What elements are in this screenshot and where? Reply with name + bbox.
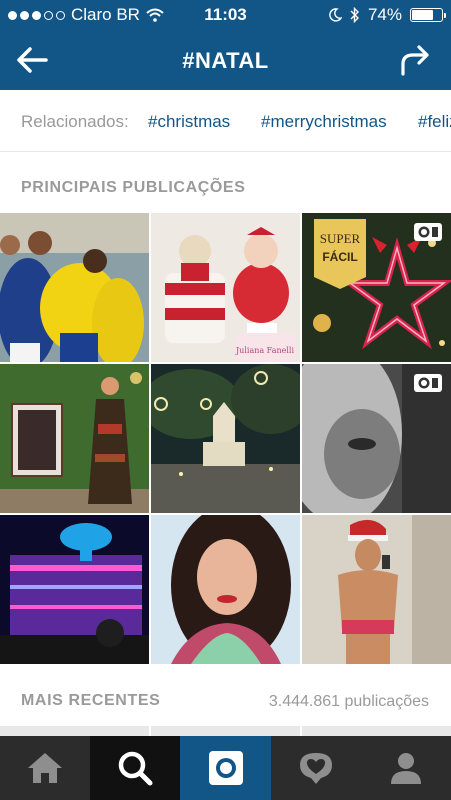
post-thumbnail[interactable]: [302, 364, 451, 513]
santa-selfie-photo: [302, 515, 451, 664]
lit-building-photo: [0, 515, 149, 664]
status-right: 74%: [328, 5, 446, 25]
camera-icon: [208, 751, 243, 785]
moon-icon: [329, 8, 342, 22]
church-square-photo: [151, 364, 300, 513]
soccer-team-photo: [0, 213, 149, 362]
bluetooth-icon: [350, 7, 359, 23]
post-thumbnail[interactable]: [151, 515, 300, 664]
related-tags-bar: Relacionados: #christmas #merrychristmas…: [0, 90, 451, 152]
recent-title: MAIS RECENTES: [21, 692, 161, 709]
activity-heart-icon: [299, 753, 332, 784]
top-posts-title: PRINCIPAIS PUBLICAÇÕES: [21, 179, 246, 196]
post-thumbnail[interactable]: [0, 213, 149, 362]
post-thumbnail[interactable]: Juliana Fanelli: [151, 213, 300, 362]
hashtag-header: #NATAL: [0, 30, 451, 90]
post-thumbnail[interactable]: [0, 515, 149, 664]
battery-icon: [410, 8, 446, 22]
post-thumbnail[interactable]: SUPER FÁCIL: [302, 213, 451, 362]
related-tag-christmas[interactable]: #christmas: [148, 112, 230, 132]
green-wall-dress-photo: [0, 364, 149, 513]
nav-camera[interactable]: [180, 736, 271, 800]
related-tag-merrychristmas[interactable]: #merrychristmas: [261, 112, 387, 132]
battery-percent: 74%: [367, 5, 402, 24]
recent-post-thumbnail[interactable]: [302, 726, 451, 736]
top-bar: Claro BR 11:03 74% #NATAL: [0, 0, 451, 90]
woman-portrait-photo: [151, 515, 300, 664]
video-icon: [414, 223, 442, 241]
search-icon: [119, 751, 153, 786]
share-arrow-icon: [401, 45, 429, 76]
svg-text:FÁCIL: FÁCIL: [322, 249, 357, 264]
nav-home[interactable]: [0, 736, 90, 800]
status-bar: Claro BR 11:03 74%: [0, 0, 451, 30]
profile-icon: [390, 753, 421, 784]
recent-post-thumbnail[interactable]: [0, 726, 149, 736]
recent-post-thumbnail[interactable]: [151, 726, 300, 736]
christmas-cake-photo: Juliana Fanelli: [151, 213, 300, 362]
related-tag-feliz[interactable]: #feliz: [418, 112, 451, 132]
nav-activity[interactable]: [271, 736, 361, 800]
battery-level: [412, 10, 433, 20]
page-title: #NATAL: [182, 48, 269, 73]
share-button[interactable]: [397, 42, 433, 78]
nav-profile[interactable]: [361, 736, 451, 800]
post-thumbnail[interactable]: [0, 364, 149, 513]
recent-post-count: 3.444.861 publicações: [268, 693, 429, 710]
bottom-nav: [0, 736, 451, 800]
post-thumbnail[interactable]: [302, 515, 451, 664]
related-label: Relacionados:: [21, 112, 129, 131]
nav-search[interactable]: [90, 736, 181, 800]
video-icon: [414, 374, 442, 392]
svg-text:SUPER: SUPER: [320, 231, 361, 246]
post-thumbnail[interactable]: [151, 364, 300, 513]
cake-watermark: Juliana Fanelli: [235, 346, 294, 355]
home-icon: [28, 753, 63, 783]
